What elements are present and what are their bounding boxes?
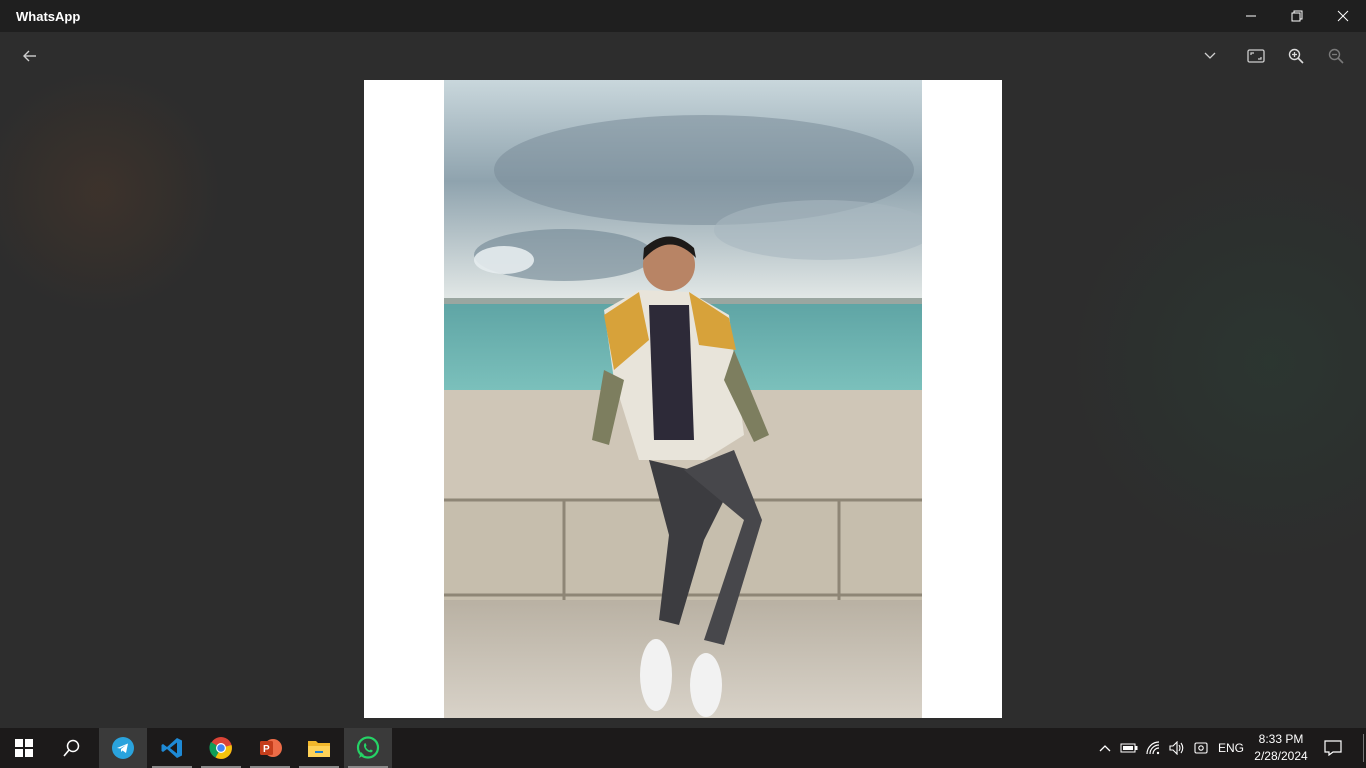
- meet-now-tray-icon[interactable]: [1190, 728, 1212, 768]
- taskbar: P ENG 8:33 PM 2/28/2024: [0, 728, 1366, 768]
- taskbar-app-file-explorer[interactable]: [295, 728, 343, 768]
- clock-time: 8:33 PM: [1258, 732, 1304, 746]
- battery-icon: [1120, 743, 1138, 753]
- fit-to-screen-button[interactable]: [1240, 40, 1272, 72]
- zoom-in-icon: [1288, 48, 1304, 64]
- notifications-button[interactable]: [1318, 728, 1348, 768]
- powerpoint-icon: P: [260, 739, 282, 757]
- input-language[interactable]: ENG: [1214, 728, 1248, 768]
- close-button[interactable]: [1320, 0, 1366, 32]
- search-icon: [63, 739, 80, 757]
- zoom-out-icon: [1328, 48, 1344, 64]
- pavement: [444, 600, 922, 718]
- show-desktop-divider: [1362, 734, 1364, 762]
- chevron-up-icon: [1099, 745, 1111, 752]
- show-hidden-icons-button[interactable]: [1094, 728, 1116, 768]
- close-icon: [1337, 10, 1349, 22]
- taskbar-app-whatsapp[interactable]: [344, 728, 392, 768]
- zoom-out-button[interactable]: [1320, 40, 1352, 72]
- zoom-in-button[interactable]: [1280, 40, 1312, 72]
- svg-text:P: P: [263, 744, 270, 755]
- vscode-icon: [161, 738, 182, 758]
- image-viewer: [0, 32, 1366, 728]
- back-button[interactable]: [14, 40, 46, 72]
- windows-icon: [15, 739, 33, 757]
- clock[interactable]: 8:33 PM 2/28/2024: [1250, 728, 1312, 768]
- photo: [444, 80, 922, 718]
- restore-button[interactable]: [1274, 0, 1320, 32]
- telegram-icon: [112, 737, 134, 759]
- whatsapp-icon: [356, 736, 380, 759]
- more-options-button[interactable]: [1194, 40, 1226, 72]
- title-bar: WhatsApp: [0, 0, 1366, 32]
- network-tray-icon[interactable]: [1143, 728, 1165, 768]
- start-button[interactable]: [0, 728, 48, 768]
- camera-icon: [1194, 742, 1208, 754]
- taskbar-app-powerpoint[interactable]: P: [246, 728, 294, 768]
- window-title: WhatsApp: [16, 9, 81, 24]
- show-desktop-button[interactable]: [1360, 728, 1366, 768]
- wifi-icon: [1146, 741, 1160, 755]
- photo-frame: [364, 80, 1002, 718]
- notification-icon: [1324, 740, 1342, 756]
- arrow-left-icon: [23, 50, 36, 62]
- minimize-icon: [1246, 15, 1256, 17]
- taskbar-app-chrome[interactable]: [197, 728, 245, 768]
- taskbar-app-vscode[interactable]: [148, 728, 196, 768]
- chevron-down-icon: [1204, 52, 1216, 59]
- minimize-button[interactable]: [1228, 0, 1274, 32]
- clock-date: 2/28/2024: [1254, 749, 1308, 763]
- photo-illustration: [444, 80, 922, 718]
- taskbar-app-telegram[interactable]: [99, 728, 147, 768]
- battery-tray-icon[interactable]: [1118, 728, 1140, 768]
- folder-icon: [308, 741, 330, 757]
- fit-to-screen-icon: [1247, 49, 1265, 63]
- search-button[interactable]: [48, 728, 96, 768]
- chrome-icon: [209, 737, 232, 759]
- volume-tray-icon[interactable]: [1166, 728, 1188, 768]
- speaker-icon: [1169, 741, 1184, 755]
- restore-icon: [1291, 10, 1303, 22]
